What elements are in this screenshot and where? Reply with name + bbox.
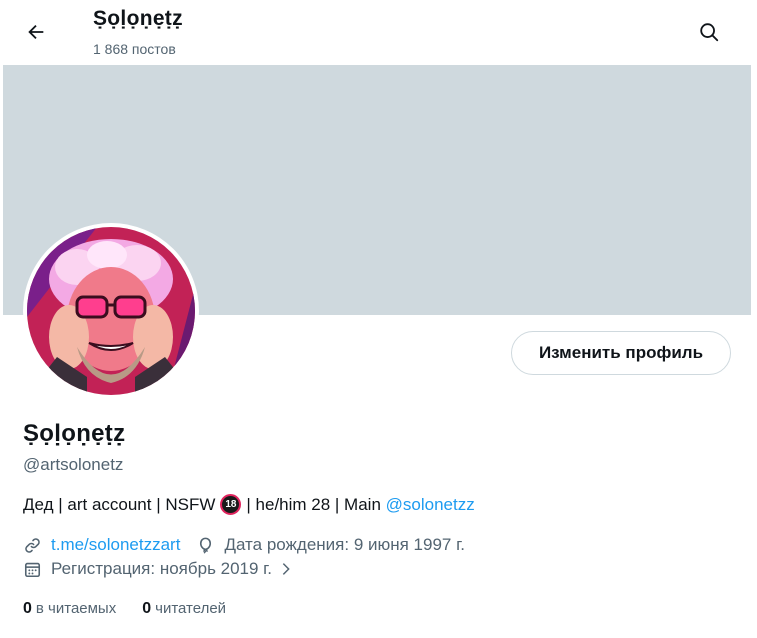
link-icon: [25, 537, 40, 553]
calendar-icon: [24, 562, 41, 577]
arrow-left-icon: [28, 24, 44, 40]
handle: @artsolonetz: [23, 455, 124, 474]
bio-text-2: | he/him 28 | Main: [246, 494, 381, 514]
search-icon: [700, 23, 719, 42]
website-link[interactable]: t.me/solonetzzart: [51, 535, 180, 555]
birthday-text: Дата рождения: 9 июня 1997 г.: [224, 535, 465, 554]
balloon-icon: [200, 537, 212, 554]
search-button[interactable]: [689, 12, 729, 52]
back-button[interactable]: [16, 12, 56, 52]
followers-link[interactable]: 0 читателей: [142, 600, 226, 618]
profile-meta-row: t.me/solonetzzart Дата рождения: 9 июня …: [23, 535, 481, 555]
chevron-right-icon[interactable]: [278, 561, 294, 577]
follow-stats: 0 в читаемых 0 читателей: [23, 600, 252, 618]
joined-text: Регистрация: ноябрь 2019 г.: [51, 559, 273, 578]
following-link[interactable]: 0 в читаемых: [23, 600, 116, 618]
avatar[interactable]: [23, 223, 199, 399]
bio-mention-link[interactable]: @solonetzz: [386, 495, 475, 515]
display-name: Ṣọḷọṇẹṭẓ: [23, 420, 126, 447]
nsfw-18-icon: 18: [220, 494, 242, 515]
followers-count: 0: [142, 600, 152, 617]
following-label: в читаемых: [35, 600, 117, 617]
top-bar: Ṣọḷọṇẹṭẓ 1 868 постов: [0, 0, 757, 64]
post-count: 1 868 постов: [93, 41, 176, 57]
edit-profile-button[interactable]: Изменить профиль: [511, 331, 731, 375]
bio: Дед | art account | NSFW 18 | he/him 28 …: [23, 494, 475, 515]
header-title: Ṣọḷọṇẹṭẓ: [93, 7, 183, 30]
bio-text: Дед | art account | NSFW: [23, 494, 216, 514]
joined-row[interactable]: Регистрация: ноябрь 2019 г.: [23, 559, 294, 579]
avatar-image: [27, 227, 195, 395]
following-count: 0: [23, 600, 32, 617]
website-item: t.me/solonetzzart: [23, 535, 180, 555]
birthday-item: Дата рождения: 9 июня 1997 г.: [196, 535, 465, 555]
followers-label: читателей: [155, 600, 227, 617]
